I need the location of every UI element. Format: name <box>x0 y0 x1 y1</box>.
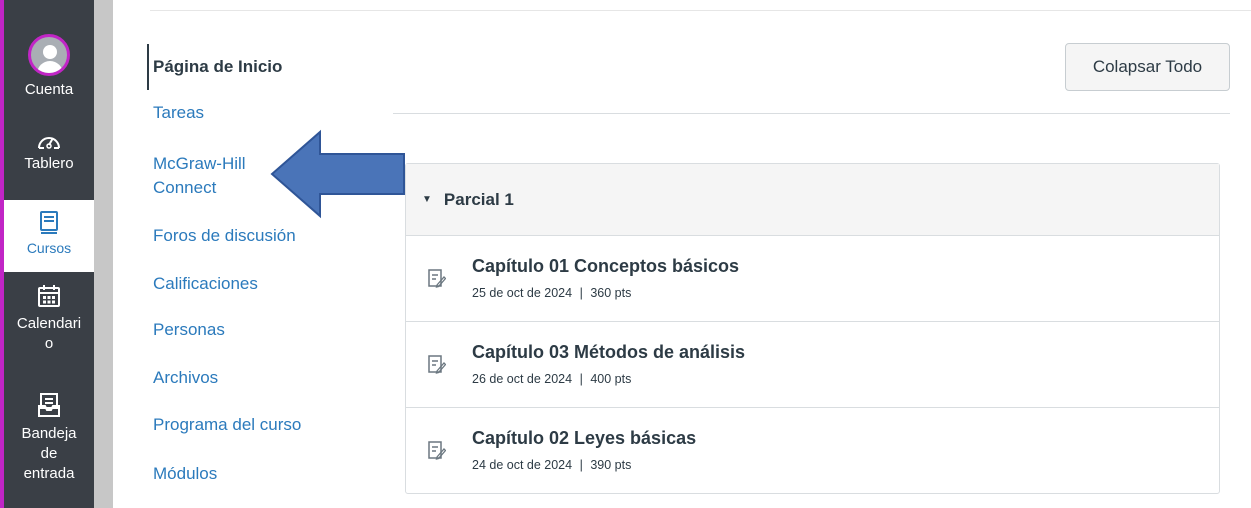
module-title: Parcial 1 <box>443 189 514 209</box>
meta-separator: | <box>579 372 583 386</box>
assignment-icon <box>428 441 446 460</box>
item-points: 400 pts <box>590 372 632 386</box>
course-nav-active-indicator <box>147 44 149 90</box>
global-nav-label: Cursos <box>26 240 72 256</box>
module-item-title[interactable]: Capítulo 01 Conceptos básicos <box>472 256 739 277</box>
item-points: 390 pts <box>590 458 632 472</box>
course-nav-mcgraw-hill-connect[interactable]: McGraw-Hill Connect <box>153 152 246 200</box>
global-nav-label: Calendari o <box>16 315 82 352</box>
course-nav-modules[interactable]: Módulos <box>153 463 217 485</box>
module-header[interactable]: ▼ Parcial 1 <box>406 164 1219 236</box>
item-due-date: 24 de oct de 2024 <box>472 458 573 472</box>
global-nav-label: Tablero <box>24 155 74 172</box>
course-nav-assignments[interactable]: Tareas <box>153 102 204 124</box>
global-nav-label: Cuenta <box>24 81 74 98</box>
module-item-meta: 24 de oct de 2024 | 390 pts <box>472 458 631 472</box>
item-points: 360 pts <box>590 286 632 300</box>
course-nav-discussions[interactable]: Foros de discusión <box>153 225 296 247</box>
meta-separator: | <box>579 458 583 472</box>
meta-separator: | <box>579 286 583 300</box>
dashboard-icon <box>38 137 60 149</box>
module-parcial-1: ▼ Parcial 1 Capítulo 01 Conceptos básico… <box>405 163 1220 494</box>
course-nav-home[interactable]: Página de Inicio <box>153 56 282 78</box>
course-nav-files[interactable]: Archivos <box>153 367 218 389</box>
item-due-date: 26 de oct de 2024 <box>472 372 573 386</box>
avatar-icon <box>28 34 70 76</box>
module-item[interactable]: Capítulo 03 Métodos de análisis 26 de oc… <box>406 322 1219 408</box>
module-item-title[interactable]: Capítulo 03 Métodos de análisis <box>472 342 745 363</box>
calendar-icon <box>38 285 60 307</box>
global-nav-label: Bandeja de entrada <box>21 425 77 482</box>
caret-down-icon[interactable]: ▼ <box>422 194 432 205</box>
courses-icon <box>40 211 58 234</box>
header-divider <box>393 113 1230 114</box>
collapse-all-button[interactable]: Colapsar Todo <box>1065 43 1230 91</box>
course-nav-grades[interactable]: Calificaciones <box>153 273 258 295</box>
global-nav-account[interactable]: Cuenta <box>4 34 94 114</box>
canvas-lms-page: Cuenta Tablero Cursos Calendari o Bandej… <box>0 0 1251 508</box>
nav-gutter <box>94 0 113 508</box>
global-nav-inbox[interactable]: Bandeja de entrada <box>4 392 94 508</box>
course-nav-people[interactable]: Personas <box>153 319 225 341</box>
module-item-title[interactable]: Capítulo 02 Leyes básicas <box>472 428 696 449</box>
module-item-meta: 26 de oct de 2024 | 400 pts <box>472 372 631 386</box>
assignment-icon <box>428 355 446 374</box>
global-nav-calendar[interactable]: Calendari o <box>4 284 94 384</box>
module-item[interactable]: Capítulo 02 Leyes básicas 24 de oct de 2… <box>406 408 1219 494</box>
item-due-date: 25 de oct de 2024 <box>472 286 573 300</box>
annotation-arrow-icon <box>270 129 405 219</box>
global-nav-courses[interactable]: Cursos <box>4 200 94 272</box>
inbox-icon <box>38 393 60 417</box>
course-nav-syllabus[interactable]: Programa del curso <box>153 414 301 436</box>
global-nav-dashboard[interactable]: Tablero <box>4 130 94 196</box>
global-nav: Cuenta Tablero Cursos Calendari o Bandej… <box>0 0 94 508</box>
assignment-icon <box>428 269 446 288</box>
module-item-meta: 25 de oct de 2024 | 360 pts <box>472 286 631 300</box>
top-divider <box>150 10 1251 11</box>
module-item[interactable]: Capítulo 01 Conceptos básicos 25 de oct … <box>406 236 1219 322</box>
